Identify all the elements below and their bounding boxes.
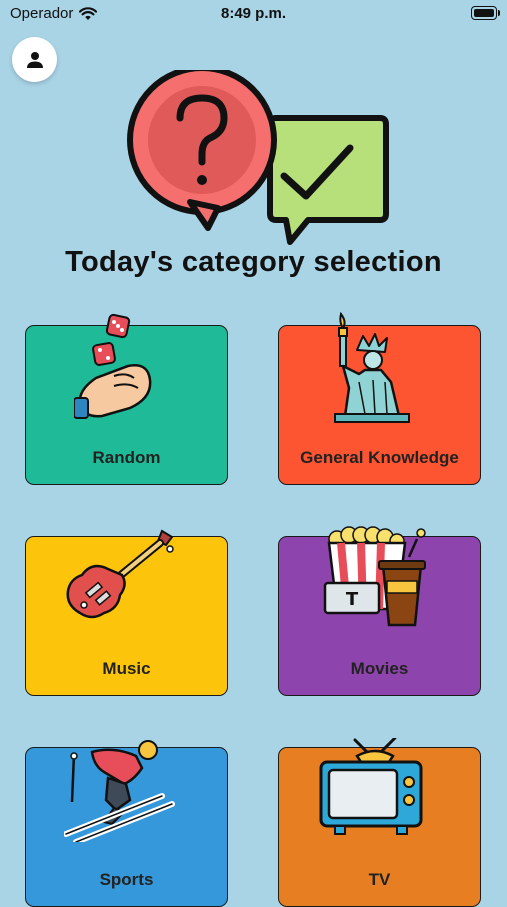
popcorn-ticket-icon: T (323, 526, 426, 627)
category-label: Music (102, 659, 151, 678)
battery-icon (471, 6, 500, 20)
category-card-general-knowledge[interactable]: General Knowledge (278, 312, 481, 485)
category-label: Movies (350, 659, 409, 678)
category-label: TV (368, 870, 391, 889)
statue-of-liberty-icon (334, 312, 410, 423)
svg-text:T: T (346, 589, 359, 610)
skier-icon (64, 740, 175, 842)
category-card-movies[interactable]: T Movies (278, 526, 481, 696)
category-card-sports[interactable]: Sports (25, 740, 228, 907)
clock: 8:49 p.m. (220, 5, 287, 22)
user-icon (26, 51, 43, 68)
electric-guitar-icon (66, 529, 174, 619)
category-card-tv[interactable]: TV (278, 738, 481, 907)
television-icon (319, 738, 423, 835)
category-card-random[interactable]: Random (25, 313, 228, 485)
dice-hand-icon (74, 313, 152, 419)
category-card-music[interactable]: Music (25, 529, 228, 696)
profile-button[interactable] (12, 37, 57, 82)
category-label: Sports (99, 870, 154, 889)
category-label: Random (92, 448, 161, 467)
page-title: Today's category selection (65, 246, 442, 278)
quiz-bubbles-illustration (127, 70, 389, 245)
status-bar: Operador 8:49 p.m. (0, 0, 507, 28)
category-label: General Knowledge (300, 448, 459, 467)
